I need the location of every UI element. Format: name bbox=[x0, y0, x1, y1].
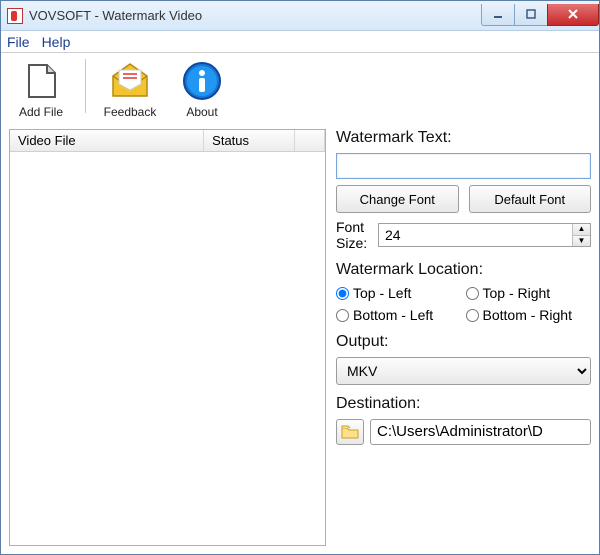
toolbar-add-file[interactable]: Add File bbox=[11, 59, 71, 119]
add-file-icon bbox=[19, 59, 63, 103]
font-size-input[interactable] bbox=[379, 224, 572, 246]
radio-bottom-right-label: Bottom - Right bbox=[483, 307, 572, 323]
radio-top-right[interactable]: Top - Right bbox=[466, 285, 592, 301]
toolbar-feedback-label: Feedback bbox=[100, 105, 160, 119]
toolbar-separator bbox=[85, 59, 86, 113]
column-video-file[interactable]: Video File bbox=[10, 130, 204, 151]
close-button[interactable] bbox=[547, 4, 599, 26]
toolbar-feedback[interactable]: Feedback bbox=[100, 59, 160, 119]
column-spacer bbox=[295, 130, 325, 151]
font-buttons-row: Change Font Default Font bbox=[336, 185, 591, 213]
toolbar-add-file-label: Add File bbox=[11, 105, 71, 119]
file-list-header: Video File Status bbox=[10, 130, 325, 152]
feedback-icon bbox=[108, 59, 152, 103]
watermark-location-label: Watermark Location: bbox=[336, 261, 591, 279]
spinner-down[interactable]: ▼ bbox=[573, 236, 590, 247]
radio-top-right-label: Top - Right bbox=[483, 285, 551, 301]
default-font-button[interactable]: Default Font bbox=[469, 185, 592, 213]
toolbar: Add File Feedback bbox=[1, 53, 599, 123]
radio-top-left-label: Top - Left bbox=[353, 285, 411, 301]
menu-help[interactable]: Help bbox=[42, 34, 71, 50]
toolbar-about[interactable]: About bbox=[172, 59, 232, 119]
radio-bottom-left-label: Bottom - Left bbox=[353, 307, 433, 323]
destination-row: C:\Users\Administrator\D bbox=[336, 419, 591, 445]
radio-bottom-right[interactable]: Bottom - Right bbox=[466, 307, 592, 323]
column-status[interactable]: Status bbox=[204, 130, 295, 151]
app-icon bbox=[7, 8, 23, 24]
radio-top-left[interactable]: Top - Left bbox=[336, 285, 462, 301]
radio-top-right-input[interactable] bbox=[466, 287, 479, 300]
spinner-arrows: ▲ ▼ bbox=[572, 224, 590, 246]
close-icon bbox=[566, 7, 580, 21]
app-window: VOVSOFT - Watermark Video File Help bbox=[0, 0, 600, 555]
change-font-button[interactable]: Change Font bbox=[336, 185, 459, 213]
destination-path[interactable]: C:\Users\Administrator\D bbox=[370, 419, 591, 445]
toolbar-about-label: About bbox=[172, 105, 232, 119]
window-controls bbox=[482, 4, 599, 26]
radio-bottom-left[interactable]: Bottom - Left bbox=[336, 307, 462, 323]
maximize-button[interactable] bbox=[514, 4, 548, 26]
output-select[interactable]: MKV bbox=[336, 357, 591, 385]
menu-file[interactable]: File bbox=[7, 34, 30, 50]
folder-icon bbox=[341, 425, 359, 439]
window-title: VOVSOFT - Watermark Video bbox=[29, 8, 202, 23]
about-icon bbox=[180, 59, 224, 103]
watermark-text-label: Watermark Text: bbox=[336, 129, 591, 147]
minimize-button[interactable] bbox=[481, 4, 515, 26]
font-size-row: Font Size: ▲ ▼ bbox=[336, 219, 591, 251]
destination-label: Destination: bbox=[336, 395, 591, 413]
radio-bottom-left-input[interactable] bbox=[336, 309, 349, 322]
watermark-text-input[interactable] bbox=[336, 153, 591, 179]
maximize-icon bbox=[525, 8, 537, 20]
radio-bottom-right-input[interactable] bbox=[466, 309, 479, 322]
output-label: Output: bbox=[336, 333, 591, 351]
file-list-body[interactable] bbox=[10, 152, 325, 545]
radio-top-left-input[interactable] bbox=[336, 287, 349, 300]
browse-folder-button[interactable] bbox=[336, 419, 364, 445]
titlebar: VOVSOFT - Watermark Video bbox=[1, 1, 599, 31]
content-area: Video File Status Watermark Text: Change… bbox=[1, 123, 599, 554]
spinner-up[interactable]: ▲ bbox=[573, 224, 590, 236]
settings-panel: Watermark Text: Change Font Default Font… bbox=[336, 129, 591, 546]
menubar: File Help bbox=[1, 31, 599, 53]
minimize-icon bbox=[492, 8, 504, 20]
font-size-label: Font Size: bbox=[336, 219, 372, 251]
location-radio-group: Top - Left Top - Right Bottom - Left Bot… bbox=[336, 285, 591, 323]
font-size-spinner[interactable]: ▲ ▼ bbox=[378, 223, 591, 247]
file-list[interactable]: Video File Status bbox=[9, 129, 326, 546]
